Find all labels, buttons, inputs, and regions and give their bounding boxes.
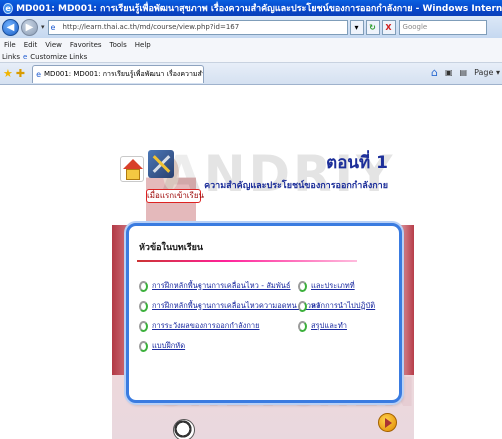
topics-panel: หัวข้อในบทเรียน การฝึกหลักพื้นฐานการเคลื… [126,223,402,403]
tab-page-icon: e [36,69,42,79]
topic-link[interactable]: แบบฝึกหัด [152,340,185,352]
menu-tools[interactable]: Tools [110,41,127,49]
home-icon[interactable]: ⌂ [431,66,438,79]
topic-item[interactable]: และประเภทที่ [298,280,355,292]
address-dropdown-button[interactable]: ▾ [349,19,364,35]
topic-item[interactable]: การฝึกหลักพื้นฐานการเคลื่อนไหว - สัมพันธ… [139,280,291,292]
internet-explorer-icon: e [3,2,14,14]
page-content: ANDRIY SHEVCHENKO เมื่อแรกเข้าเรียน ตอนท… [0,86,502,439]
episode-title: ตอนที่ 1 [326,153,388,173]
star-icon[interactable]: ★ [3,67,13,80]
link-page-icon: e [22,52,28,61]
page-icon: e [50,22,56,32]
topic-item[interactable]: แบบฝึกหัด [139,340,185,352]
topic-item[interactable]: การฝึกหลักพื้นฐานการเคลื่อนไหวความอดทน -… [139,300,320,312]
topic-link[interactable]: การฝึกหลักพื้นฐานการเคลื่อนไหว - สัมพันธ… [152,280,291,292]
command-bar: ⌂ ▣ ▤ Page ▾ [424,66,500,79]
radio-icon [139,340,148,352]
topic-link[interactable]: หลักการนำไปปฏิบัติ [311,300,375,312]
print-icon[interactable]: ▤ [460,68,468,77]
radio-icon [139,300,148,312]
topic-link[interactable]: สรุปและทำ [311,320,347,332]
address-toolbar: ◀ ▶ ▾ e http://learn.thai.ac.th/md/cours… [0,16,502,38]
topic-link[interactable]: การระวังผลของการออกกำลังกาย [152,320,259,332]
radio-icon [298,280,307,292]
menu-file[interactable]: File [4,41,16,49]
topic-item[interactable]: สรุปและทำ [298,320,347,332]
menu-view[interactable]: View [45,41,62,49]
next-arrow-icon[interactable] [378,413,397,432]
menu-bar: File Edit View Favorites Tools Help [0,38,502,51]
window-title: MD001: MD001: การเรียนรู้เพื่อพัฒนาสุขภา… [16,4,502,14]
add-star-icon[interactable]: ✚ [16,67,25,80]
address-url: http://learn.thai.ac.th/md/course/view.p… [62,23,240,31]
tab-bar: ★ ✚ e MD001: MD001: การเรียนรู้เพื่อพัฒน… [0,63,502,85]
topic-link[interactable]: การฝึกหลักพื้นฐานการเคลื่อนไหวความอดทน -… [152,300,320,312]
forward-arrow-icon[interactable]: ▶ [21,18,38,36]
panel-divider [137,260,357,262]
window-titlebar: e MD001: MD001: การเรียนรู้เพื่อพัฒนาสุข… [0,0,502,16]
radio-icon [139,280,148,292]
radio-icon [298,300,307,312]
refresh-button[interactable]: ↻ [365,19,380,35]
page-menu-button[interactable]: Page ▾ [474,68,500,77]
history-dropdown-icon[interactable]: ▾ [41,23,45,31]
radio-icon [298,320,307,332]
feeds-icon[interactable]: ▣ [445,68,453,77]
topic-item[interactable]: หลักการนำไปปฏิบัติ [298,300,375,312]
links-bar: Links e Customize Links [0,51,502,63]
panel-title: หัวข้อในบทเรียน [139,243,204,253]
links-label: Links [2,52,20,61]
lesson-frame: ANDRIY SHEVCHENKO เมื่อแรกเข้าเรียน ตอนท… [112,140,414,439]
menu-favorites[interactable]: Favorites [70,41,102,49]
menu-help[interactable]: Help [135,41,151,49]
radio-icon [139,320,148,332]
menu-edit[interactable]: Edit [24,41,38,49]
episode-subtitle: ความสำคัญและประโยชน์ของการออกกำลังกาย [204,181,388,191]
search-input[interactable]: Google [398,19,487,35]
topic-link[interactable]: และประเภทที่ [311,280,355,292]
browser-tab[interactable]: e MD001: MD001: การเรียนรู้เพื่อพัฒนา เร… [32,64,205,83]
tab-title: MD001: MD001: การเรียนรู้เพื่อพัฒนา เรื่… [44,69,203,78]
customize-links-link[interactable]: Customize Links [30,53,87,61]
address-input[interactable]: e http://learn.thai.ac.th/md/course/view… [47,19,348,35]
back-arrow-icon[interactable]: ◀ [2,18,19,36]
topic-item[interactable]: การระวังผลของการออกกำลังกาย [139,320,259,332]
soccer-ball-icon [173,419,195,439]
stop-button[interactable]: X [381,19,396,35]
